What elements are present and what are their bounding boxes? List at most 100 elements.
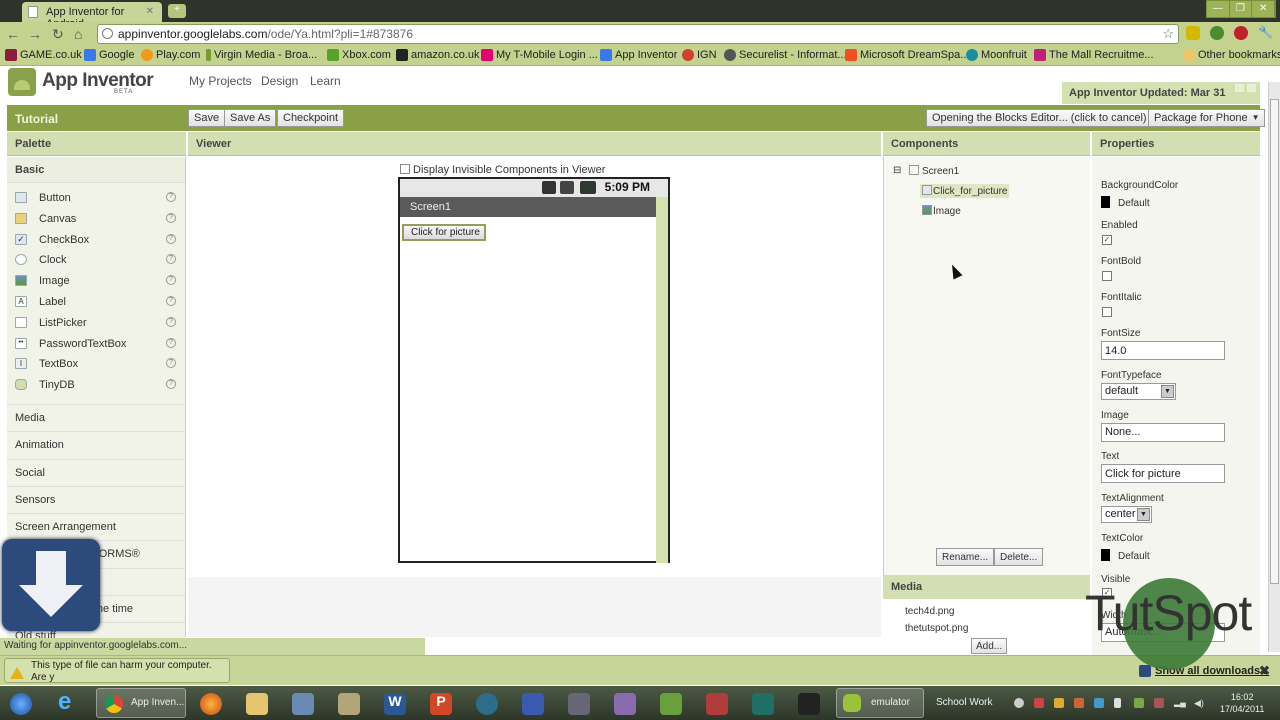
save-as-button[interactable]: Save As [224, 109, 277, 127]
app-icon[interactable] [706, 693, 728, 715]
help-icon[interactable]: ? [166, 379, 176, 390]
extension-icon[interactable] [1210, 26, 1224, 40]
palette-item-checkbox[interactable]: ✓ CheckBox? [7, 230, 185, 251]
tray-icon[interactable] [1074, 698, 1084, 708]
volume-icon[interactable]: ◀) [1194, 698, 1204, 708]
explorer-icon[interactable] [246, 693, 268, 715]
nav-learn[interactable]: Learn [310, 74, 341, 88]
extension-icon[interactable] [1234, 26, 1248, 40]
palette-drawer-basic[interactable]: Basic [7, 157, 185, 183]
bookmark[interactable]: App Inventor [600, 49, 677, 61]
taskbar-chrome-window[interactable]: App Inven... [96, 688, 186, 718]
home-icon[interactable]: ⌂ [74, 26, 82, 42]
browser-tab[interactable]: App Inventor for Android ✕ [22, 2, 162, 30]
taskbar-toolbar-label[interactable]: School Work [936, 697, 993, 708]
scrollbar-thumb[interactable] [1270, 99, 1279, 584]
bookmark-star-icon[interactable]: ☆ [1162, 26, 1174, 42]
close-notice-icon[interactable] [1247, 84, 1256, 92]
bookmark[interactable]: Virgin Media - Broa... [206, 49, 317, 61]
blocks-editor-button[interactable]: Opening the Blocks Editor... (click to c… [926, 109, 1153, 127]
close-shelf-icon[interactable]: ✖ [1259, 663, 1270, 679]
rename-button[interactable]: Rename... [936, 548, 995, 566]
text-input[interactable] [1101, 464, 1225, 483]
action-center-flag-icon[interactable] [1114, 698, 1121, 708]
powerpoint-icon[interactable]: P [430, 693, 452, 715]
bookmark[interactable]: Moonfruit [966, 49, 1027, 61]
palette-item-clock[interactable]: Clock? [7, 250, 185, 271]
save-button[interactable]: Save [188, 109, 226, 127]
new-tab-button[interactable]: + [168, 4, 186, 18]
help-icon[interactable]: ? [166, 212, 176, 223]
palette-item-passwordtextbox[interactable]: •• PasswordTextBox? [7, 334, 185, 355]
bookmark[interactable]: Microsoft DreamSpa... [845, 49, 969, 61]
network-tray-icon[interactable]: ▂▄ [1174, 698, 1186, 708]
palette-item-textbox[interactable]: I TextBox? [7, 354, 185, 375]
app-icon[interactable] [568, 693, 590, 715]
palette-drawer-sensors[interactable]: Sensors [7, 485, 185, 514]
minimize-icon[interactable]: — [1207, 1, 1230, 17]
photos-icon[interactable] [338, 693, 360, 715]
textcolor-picker[interactable]: Default [1101, 549, 1150, 562]
bookmark[interactable]: Google [84, 49, 134, 61]
bookmark[interactable]: amazon.co.uk [396, 49, 479, 61]
tree-item-screen1[interactable]: Screen1 [909, 165, 959, 177]
nav-my-projects[interactable]: My Projects [189, 74, 252, 88]
tree-item-image[interactable]: Image [922, 205, 961, 217]
display-invisible-checkbox[interactable]: Display Invisible Components in Viewer [400, 164, 605, 176]
enabled-checkbox[interactable]: ✓ [1102, 235, 1112, 245]
bookmark[interactable]: Play.com [141, 49, 200, 61]
extension-icon[interactable] [1186, 26, 1200, 40]
tray-icon[interactable] [1034, 698, 1044, 708]
page-scrollbar[interactable] [1268, 82, 1280, 652]
palette-drawer-media[interactable]: Media [7, 403, 185, 432]
palette-item-image[interactable]: Image? [7, 271, 185, 292]
bookmark[interactable]: Securelist - Informat... [724, 49, 847, 61]
start-button-icon[interactable] [10, 693, 32, 715]
app-icon[interactable] [660, 693, 682, 715]
textalignment-select[interactable]: center ▼ [1101, 506, 1152, 523]
tray-icon[interactable] [1134, 698, 1144, 708]
tray-icon[interactable] [1154, 698, 1164, 708]
close-window-icon[interactable]: ✕ [1252, 1, 1276, 17]
fontitalic-checkbox[interactable] [1102, 307, 1112, 317]
fontsize-input[interactable] [1101, 341, 1225, 360]
other-bookmarks[interactable]: Other bookmarks [1183, 49, 1280, 61]
palette-item-listpicker[interactable]: ListPicker? [7, 313, 185, 334]
tray-icon[interactable] [1014, 698, 1024, 708]
address-bar[interactable]: appinventor.googlelabs.com/ode/Ya.html?p… [97, 24, 1179, 44]
nav-design[interactable]: Design [261, 74, 298, 88]
help-icon[interactable]: ? [166, 275, 176, 286]
fonttypeface-select[interactable]: default ▼ [1101, 383, 1176, 400]
reload-icon[interactable]: ↻ [52, 26, 64, 43]
restore-icon[interactable]: ❐ [1230, 1, 1253, 17]
help-icon[interactable]: ? [166, 337, 176, 348]
media-player-icon[interactable] [292, 693, 314, 715]
firefox-icon[interactable] [200, 693, 222, 715]
bookmark[interactable]: GAME.co.uk [5, 49, 82, 61]
app-icon[interactable] [798, 693, 820, 715]
tree-item-click-for-picture[interactable]: Click_for_picture [920, 184, 1010, 198]
help-icon[interactable]: ? [166, 233, 176, 244]
system-clock[interactable]: 16:02 17/04/2011 [1220, 691, 1264, 715]
app-icon[interactable] [614, 693, 636, 715]
preview-click-for-picture-button[interactable]: Click for picture [402, 224, 486, 241]
taskbar-emulator-window[interactable]: emulator [836, 688, 924, 718]
help-icon[interactable]: ? [166, 358, 176, 369]
app-icon[interactable] [752, 693, 774, 715]
back-icon[interactable]: ← [6, 26, 20, 42]
forward-icon[interactable]: → [28, 26, 42, 42]
palette-item-tinydb[interactable]: TinyDB? [7, 375, 185, 396]
palette-drawer-screen-arrangement[interactable]: Screen Arrangement [7, 513, 185, 541]
wrench-icon[interactable]: 🔧 [1258, 25, 1273, 39]
tray-icon[interactable] [1094, 698, 1104, 708]
media-file[interactable]: tech4d.png [905, 606, 955, 617]
word-icon[interactable]: W [384, 693, 406, 715]
internet-explorer-icon[interactable]: e [58, 688, 80, 715]
bookmark[interactable]: The Mall Recruitme... [1034, 49, 1154, 61]
media-file[interactable]: thetutspot.png [905, 623, 968, 634]
help-icon[interactable]: ? [166, 254, 176, 265]
image-picker[interactable]: None... [1101, 423, 1225, 442]
package-for-phone-button[interactable]: Package for Phone ▼ [1148, 109, 1265, 127]
bookmark[interactable]: IGN [682, 49, 717, 61]
palette-item-button[interactable]: Button? [7, 188, 185, 209]
